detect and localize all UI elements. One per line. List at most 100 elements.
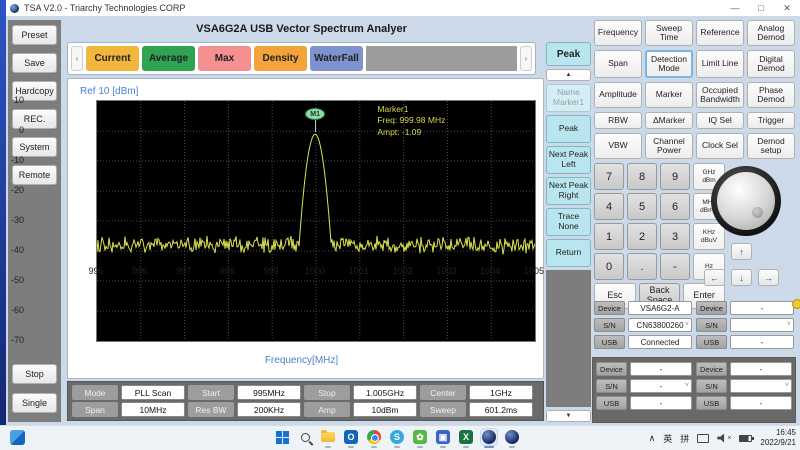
stop-value[interactable]: 1.005GHz (353, 385, 417, 400)
single-button[interactable]: Single (12, 393, 57, 413)
clock-sel-button[interactable]: Clock Sel (696, 133, 744, 159)
key-9[interactable]: 9 (660, 163, 690, 190)
tab-current[interactable]: Current (86, 46, 139, 71)
ime-mode-indicator[interactable]: 拼 (680, 432, 689, 445)
key-dot[interactable]: . (627, 253, 657, 280)
clock[interactable]: 16:45 2022/9/21 (760, 428, 796, 448)
next-peak-right-button[interactable]: Next Peak Right (546, 177, 591, 205)
arrow-right-key[interactable]: → (758, 269, 779, 286)
start-icon[interactable] (274, 429, 290, 445)
arrow-up-key[interactable]: ↑ (731, 243, 752, 260)
stop-button[interactable]: Stop (12, 364, 57, 384)
key-4[interactable]: 4 (594, 193, 624, 220)
key-5[interactable]: 5 (627, 193, 657, 220)
blue-app-icon[interactable]: ▣ (435, 429, 451, 445)
occupied-bandwidth-button[interactable]: Occupied Bandwidth (696, 82, 744, 108)
menu-up-icon[interactable]: ▲ (546, 69, 591, 81)
analog-demod-button[interactable]: Analog Demod (747, 20, 795, 46)
key-2[interactable]: 2 (627, 223, 657, 250)
speaker-muted-icon[interactable]: × (717, 434, 731, 443)
skype-icon[interactable]: S (389, 429, 405, 445)
tray-expand-icon[interactable]: ∧ (649, 433, 656, 444)
numeric-keypad: 7 8 9 GHzdBm 4 5 6 MHzdBmV 1 2 3 KHzdBuV… (594, 163, 725, 309)
tab-max[interactable]: Max (198, 46, 251, 71)
serial-number-dropdown[interactable]: ˅ (730, 318, 794, 332)
key-8[interactable]: 8 (627, 163, 657, 190)
serial-number-dropdown[interactable]: -˅ (630, 379, 692, 393)
green-app-icon[interactable]: ✿ (412, 429, 428, 445)
sweep-time-button[interactable]: Sweep Time (645, 20, 693, 46)
trigger-button[interactable]: Trigger (747, 112, 795, 129)
amplitude-button[interactable]: Amplitude (594, 82, 642, 108)
tab-scroll-right-icon[interactable]: › (520, 46, 532, 71)
device-block-2: Device - S/N ˅ USB - (696, 301, 794, 349)
span-value[interactable]: 10MHz (121, 402, 185, 417)
sweep-label: Sweep (420, 402, 466, 417)
tab-density[interactable]: Density (254, 46, 307, 71)
key-3[interactable]: 3 (660, 223, 690, 250)
chrome-icon[interactable] (366, 429, 382, 445)
tsa-app-icon-active[interactable] (481, 429, 497, 445)
maximize-button[interactable]: □ (748, 3, 774, 14)
name-marker1-button[interactable]: Name Marker1 (546, 84, 591, 112)
key-khz-dbuv[interactable]: KHzdBuV (693, 223, 725, 250)
detection-mode-button[interactable]: Detection Mode (645, 50, 693, 78)
widgets-icon[interactable] (10, 430, 25, 445)
battery-icon[interactable] (739, 435, 752, 442)
demod-setup-button[interactable]: Demod setup (747, 133, 795, 159)
device-block-1: Device VSA6G2-A S/N CN63800260˅ USB Conn… (594, 301, 692, 349)
amp-value[interactable]: 10dBm (353, 402, 417, 417)
reference-button[interactable]: Reference (696, 20, 744, 46)
outlook-icon[interactable]: O (343, 429, 359, 445)
start-value[interactable]: 995MHz (237, 385, 301, 400)
key-1[interactable]: 1 (594, 223, 624, 250)
search-icon[interactable] (297, 429, 313, 445)
trace-none-button[interactable]: Trace None (546, 208, 591, 236)
center-value[interactable]: 1GHz (469, 385, 533, 400)
tab-average[interactable]: Average (142, 46, 195, 71)
ime-language-indicator[interactable]: 英 (663, 432, 672, 445)
iq-sel-button[interactable]: IQ Sel (696, 112, 744, 129)
file-explorer-icon[interactable] (320, 429, 336, 445)
frequency-button[interactable]: Frequency (594, 20, 642, 46)
rbw-button[interactable]: RBW (594, 112, 642, 129)
y-axis-ticks: 100-10-20-30-40-50-60-70 (0, 100, 27, 342)
arrow-down-key[interactable]: ↓ (731, 269, 752, 286)
preset-button[interactable]: Preset (12, 25, 57, 45)
minimize-button[interactable]: — (722, 3, 748, 14)
next-peak-left-button[interactable]: Next Peak Left (546, 146, 591, 174)
arrow-left-key[interactable]: ← (704, 269, 725, 286)
sweep-value[interactable]: 601.2ms (469, 402, 533, 417)
save-button[interactable]: Save (12, 53, 57, 73)
spectrum-plot[interactable]: Marker1 Freq: 999.98 MHz Ampt: -1.09 M1 (96, 100, 536, 342)
excel-icon[interactable]: X (458, 429, 474, 445)
key-7[interactable]: 7 (594, 163, 624, 190)
span-button[interactable]: Span (594, 50, 642, 78)
digital-demod-button[interactable]: Digital Demod (747, 50, 795, 78)
rotary-knob[interactable] (711, 166, 781, 236)
key-0[interactable]: 0 (594, 253, 624, 280)
chevron-down-icon: ˅ (685, 382, 689, 389)
menu-down-icon[interactable]: ▼ (546, 410, 591, 422)
close-button[interactable]: ✕ (774, 3, 800, 14)
tab-scroll-left-icon[interactable]: ‹ (71, 46, 83, 71)
return-button[interactable]: Return (546, 239, 591, 267)
key-6[interactable]: 6 (660, 193, 690, 220)
resbw-value[interactable]: 200KHz (237, 402, 301, 417)
page-title: VSA6G2A USB Vector Spectrum Analyer (67, 23, 536, 35)
phase-demod-button[interactable]: Phase Demod (747, 82, 795, 108)
key-minus[interactable]: - (660, 253, 690, 280)
tab-waterfall[interactable]: WaterFall (310, 46, 363, 71)
marker-button[interactable]: Marker (645, 82, 693, 108)
channel-power-button[interactable]: Channel Power (645, 133, 693, 159)
titlebar: TSA V2.0 - Triarchy Technologies CORP — … (6, 0, 800, 16)
delta-marker-button[interactable]: ΔMarker (645, 112, 693, 129)
serial-number-dropdown[interactable]: ˅ (730, 379, 792, 393)
vbw-button[interactable]: VBW (594, 133, 642, 159)
display-icon[interactable] (697, 434, 709, 443)
serial-number-dropdown[interactable]: CN63800260˅ (628, 318, 692, 332)
tsa-app-icon[interactable] (504, 429, 520, 445)
mode-value[interactable]: PLL Scan (121, 385, 185, 400)
limit-line-button[interactable]: Limit Line (696, 50, 744, 78)
peak-button[interactable]: Peak (546, 115, 591, 143)
